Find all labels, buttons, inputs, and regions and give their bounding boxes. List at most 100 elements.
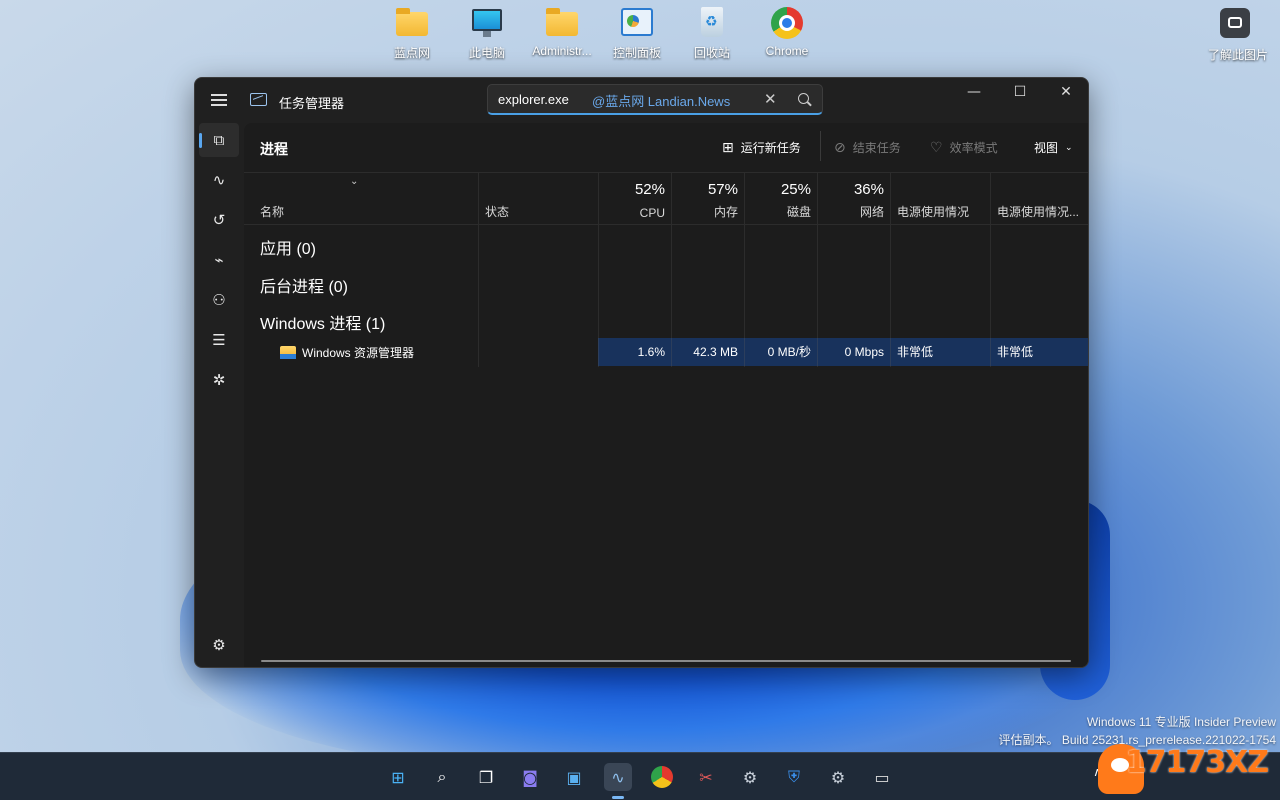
window-title: 任务管理器 bbox=[279, 96, 345, 111]
nav-performance[interactable]: ∿ bbox=[199, 163, 239, 197]
nav-settings[interactable]: ⚙ bbox=[199, 628, 239, 662]
new-task-icon: ⊞ bbox=[722, 139, 734, 156]
title-bar[interactable]: 任务管理器 explorer.exe @蓝点网 Landian.News ✕ —… bbox=[195, 78, 1088, 123]
column-power-trend-label: 电源使用情况... bbox=[997, 205, 1080, 219]
group-windows-processes[interactable]: Windows 进程 (1) bbox=[260, 310, 385, 334]
desktop-icon-label: 控制面板 bbox=[612, 46, 661, 60]
desktop-icon-label: 回收站 bbox=[693, 46, 730, 60]
users-icon: ⚇ bbox=[212, 291, 226, 309]
camera-icon[interactable] bbox=[1220, 8, 1250, 38]
site-watermark: @蓝点网 Landian.News bbox=[592, 94, 731, 109]
desktop-icon-administrator[interactable]: Administr... bbox=[526, 6, 598, 58]
navigation-rail: ⧉ ∿ ↺ ⌁ ⚇ ☰ ✲ ⚙ bbox=[195, 123, 244, 667]
file-explorer-icon bbox=[280, 346, 296, 359]
desktop-icon-this-pc[interactable]: 此电脑 bbox=[451, 6, 523, 61]
chrome-taskbar-icon[interactable] bbox=[648, 763, 676, 791]
hamburger-menu-icon[interactable] bbox=[211, 94, 227, 106]
security-shield-icon[interactable]: ⛨ bbox=[780, 763, 808, 791]
about-image-label[interactable]: 了解此图片 bbox=[1208, 46, 1268, 63]
nav-app-history[interactable]: ↺ bbox=[199, 203, 239, 237]
column-memory[interactable]: 57% 内存 bbox=[671, 173, 744, 225]
close-button[interactable]: ✕ bbox=[1043, 78, 1088, 108]
column-power-trend[interactable]: 电源使用情况... bbox=[990, 173, 1088, 225]
search-icon[interactable]: ⌕ bbox=[428, 763, 456, 791]
column-network[interactable]: 36% 网络 bbox=[817, 173, 890, 225]
sort-chevron-icon: ⌄ bbox=[350, 176, 359, 187]
horizontal-scrollbar[interactable] bbox=[261, 660, 1071, 662]
search-box[interactable]: explorer.exe @蓝点网 Landian.News ✕ bbox=[487, 84, 823, 115]
group-background[interactable]: 后台进程 (0) bbox=[260, 273, 348, 297]
table-header: ⌄ 名称 状态 52% CPU 57% 内存 25% 磁盘 36% 网络 电源使… bbox=[244, 173, 1088, 225]
details-icon: ☰ bbox=[212, 331, 226, 349]
desktop-icon-recycle-bin[interactable]: 回收站 bbox=[676, 6, 748, 61]
control-panel-icon bbox=[620, 6, 654, 40]
nav-startup-apps[interactable]: ⌁ bbox=[199, 243, 239, 277]
disk-total-percent: 25% bbox=[780, 181, 811, 198]
column-disk-label: 磁盘 bbox=[786, 205, 811, 219]
command-separator bbox=[820, 131, 821, 161]
nav-details[interactable]: ☰ bbox=[199, 323, 239, 357]
settings-gear-icon[interactable]: ⚙ bbox=[824, 763, 852, 791]
column-status[interactable]: 状态 bbox=[478, 173, 598, 225]
process-name-cell: Windows 资源管理器 bbox=[280, 344, 414, 361]
end-task-button[interactable]: ⊘ 结束任务 bbox=[834, 139, 901, 156]
run-new-task-label: 运行新任务 bbox=[740, 141, 801, 155]
power-trend-cell: 非常低 bbox=[990, 338, 1088, 366]
desktop-icon-label: Administr... bbox=[532, 44, 592, 58]
services-icon: ✲ bbox=[212, 371, 226, 389]
end-task-label: 结束任务 bbox=[852, 141, 901, 155]
task-view-icon[interactable]: ❐ bbox=[472, 763, 500, 791]
search-icon[interactable] bbox=[798, 93, 809, 104]
run-new-task-button[interactable]: ⊞ 运行新任务 bbox=[722, 139, 801, 156]
task-manager-window: 任务管理器 explorer.exe @蓝点网 Landian.News ✕ —… bbox=[194, 77, 1089, 668]
efficiency-mode-button[interactable]: ♡ 效率模式 bbox=[930, 139, 998, 156]
snipping-tool-icon[interactable]: ✂ bbox=[692, 763, 720, 791]
process-name: Windows 资源管理器 bbox=[302, 346, 415, 360]
this-pc-icon bbox=[470, 6, 504, 40]
nav-users[interactable]: ⚇ bbox=[199, 283, 239, 317]
search-query[interactable]: explorer.exe bbox=[498, 92, 569, 107]
cpu-cell: 1.6% bbox=[598, 338, 671, 366]
efficiency-mode-label: 效率模式 bbox=[949, 141, 998, 155]
column-memory-label: 内存 bbox=[713, 205, 738, 219]
column-cpu[interactable]: 52% CPU bbox=[598, 173, 671, 225]
group-apps[interactable]: 应用 (0) bbox=[260, 235, 316, 259]
chevron-down-icon: ⌄ bbox=[1065, 142, 1073, 153]
desktop-icon-control-panel[interactable]: 控制面板 bbox=[601, 6, 673, 61]
folder-icon bbox=[545, 6, 579, 40]
desktop-icon-label: Chrome bbox=[765, 44, 809, 58]
clear-search-icon[interactable]: ✕ bbox=[764, 90, 777, 108]
desktop-icon-landian[interactable]: 蓝点网 bbox=[376, 6, 448, 61]
performance-icon: ∿ bbox=[212, 171, 226, 189]
task-manager-app-icon bbox=[250, 93, 267, 106]
memory-cell: 42.3 MB bbox=[671, 338, 744, 366]
column-network-label: 网络 bbox=[859, 205, 884, 219]
recycle-bin-icon bbox=[695, 6, 729, 40]
desktop-icon-label: 此电脑 bbox=[468, 46, 505, 60]
nav-processes[interactable]: ⧉ bbox=[199, 123, 239, 157]
taskbar: ⊞ ⌕ ❐ ◙ ▣ ∿ ✂ ⚙ ⛨ ⚙ ▭ ∧ bbox=[0, 752, 1280, 800]
network-cell: 0 Mbps bbox=[817, 338, 890, 366]
table-row[interactable]: Windows 资源管理器 1.6% 42.3 MB 0 MB/秒 0 Mbps… bbox=[244, 338, 1088, 366]
maximize-button[interactable]: ☐ bbox=[997, 78, 1043, 108]
view-dropdown[interactable]: 视图 ⌄ bbox=[1034, 139, 1073, 156]
task-manager-taskbar-icon[interactable]: ∿ bbox=[604, 763, 632, 799]
minimize-button[interactable]: — bbox=[951, 78, 997, 108]
start-icon[interactable]: ⊞ bbox=[384, 763, 412, 791]
column-name-label: 名称 bbox=[260, 205, 285, 219]
settings-icon[interactable]: ⚙ bbox=[736, 763, 764, 791]
gear-icon: ⚙ bbox=[212, 636, 226, 654]
column-disk[interactable]: 25% 磁盘 bbox=[744, 173, 817, 225]
desktop-icon-chrome[interactable]: Chrome bbox=[751, 6, 823, 58]
chat-icon[interactable]: ◙ bbox=[516, 763, 544, 791]
store-icon[interactable]: ▣ bbox=[560, 763, 588, 791]
cpu-total-percent: 52% bbox=[634, 181, 665, 198]
site-logo-text: 17173XZ bbox=[1125, 745, 1269, 780]
command-bar: 进程 ⊞ 运行新任务 ⊘ 结束任务 ♡ 效率模式 视图 ⌄ bbox=[244, 123, 1088, 173]
disk-cell: 0 MB/秒 bbox=[744, 338, 817, 366]
nav-services[interactable]: ✲ bbox=[199, 363, 239, 397]
column-power[interactable]: 电源使用情况 bbox=[890, 173, 990, 225]
column-name[interactable]: ⌄ 名称 bbox=[244, 173, 478, 225]
desktop-icon-label: 蓝点网 bbox=[393, 46, 430, 60]
terminal-icon[interactable]: ▭ bbox=[868, 763, 896, 791]
